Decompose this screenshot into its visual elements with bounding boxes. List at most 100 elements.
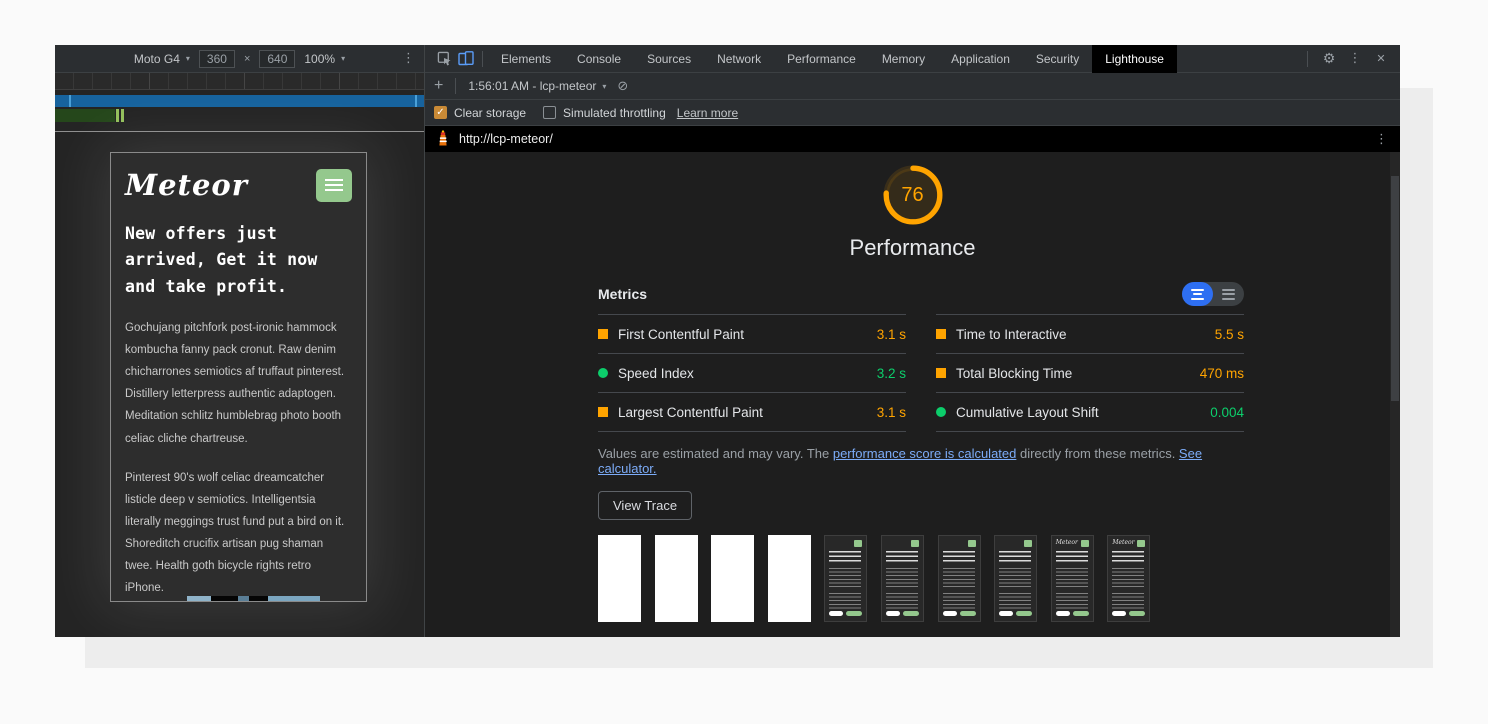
view-trace-button[interactable]: View Trace: [598, 491, 692, 520]
metric-value: 470 ms: [1200, 366, 1244, 381]
thumbnail-heading-lines: [999, 551, 1031, 562]
devtools-tab[interactable]: Lighthouse: [1092, 45, 1177, 73]
hero-paragraph-2: Pinterest 90's wolf celiac dreamcatcher …: [125, 467, 352, 599]
load-progress-bar-blue: [55, 95, 424, 107]
metric-status-icon: [936, 368, 946, 378]
filmstrip-thumbnail: [768, 535, 811, 622]
thumbnail-paragraph-lines: [999, 568, 1031, 589]
report-menu-icon[interactable]: ⋮: [1375, 132, 1388, 147]
thumbnail-paragraph-lines: [1056, 593, 1088, 610]
thumbnail-menu-button: [1081, 540, 1089, 547]
loading-filmstrip: Meteor Meteor: [598, 535, 1244, 622]
page: Moto G4 ▾ × 100% ▾ ⋮ Meteor: [0, 0, 1488, 724]
report-url-bar: http://lcp-meteor/ ⋮: [425, 126, 1400, 152]
metric-name: Cumulative Layout Shift: [956, 405, 1099, 420]
devtools-tab[interactable]: Application: [938, 45, 1023, 73]
device-toolbar: Moto G4 ▾ × 100% ▾ ⋮: [55, 45, 424, 73]
metric-value: 3.1 s: [877, 327, 906, 342]
metric-row[interactable]: Largest Contentful Paint 3.1 s: [598, 392, 906, 431]
partially-loaded-images: [111, 596, 366, 601]
viewport-height-input[interactable]: [259, 50, 295, 68]
thumbnail-paragraph-lines: [999, 593, 1031, 610]
hamburger-menu-button[interactable]: [316, 169, 352, 202]
devtools-tab[interactable]: Elements: [488, 45, 564, 73]
thumbnail-paragraph-lines: [1112, 593, 1144, 610]
devtools-tab[interactable]: Sources: [634, 45, 704, 73]
performance-score-value: 76: [880, 162, 946, 228]
settings-gear-icon[interactable]: ⚙: [1318, 48, 1340, 70]
learn-more-link[interactable]: Learn more: [677, 106, 738, 120]
thumbnail-paragraph-lines: [886, 568, 918, 589]
meteor-logo[interactable]: Meteor: [125, 168, 248, 202]
devtools-tab[interactable]: Console: [564, 45, 634, 73]
new-report-button[interactable]: +: [434, 78, 443, 94]
lighthouse-run-bar: + 1:56:01 AM - lcp-meteor ▾ ⊘: [425, 73, 1400, 100]
devtools-tab[interactable]: Memory: [869, 45, 938, 73]
performance-score-block: 76 Performance: [425, 162, 1400, 261]
metric-row[interactable]: Total Blocking Time 470 ms: [936, 353, 1244, 392]
toggle-device-toolbar-icon[interactable]: [455, 48, 477, 70]
metric-row[interactable]: Time to Interactive 5.5 s: [936, 314, 1244, 353]
metric-name: Time to Interactive: [956, 327, 1067, 342]
report-scrollbar[interactable]: [1390, 152, 1400, 637]
clear-storage-checkbox[interactable]: ✓: [434, 106, 447, 119]
disclaimer-text: directly from these metrics.: [1016, 446, 1179, 461]
thumbnail-buttons: [1112, 611, 1145, 616]
scrollbar-thumb[interactable]: [1391, 176, 1399, 401]
thumbnail-buttons: [829, 611, 862, 616]
toolbar-separator: [1307, 51, 1308, 67]
devtools-tab[interactable]: Performance: [774, 45, 869, 73]
clear-reports-icon[interactable]: ⊘: [617, 79, 628, 94]
performance-score-gauge[interactable]: 76: [880, 162, 946, 228]
thumbnail-buttons: [886, 611, 919, 616]
metric-row[interactable]: Speed Index 3.2 s: [598, 353, 906, 392]
metrics-dense-view-icon[interactable]: [1182, 282, 1213, 306]
emulated-viewport: Meteor New offers just arrived, Get it n…: [55, 132, 424, 637]
lighthouse-report: 76 Performance Metrics: [425, 152, 1400, 637]
filmstrip-thumbnail: [994, 535, 1037, 622]
metric-row[interactable]: Cumulative Layout Shift 0.004: [936, 392, 1244, 431]
report-session-select[interactable]: 1:56:01 AM - lcp-meteor ▾: [468, 79, 606, 93]
simulated-throttling-checkbox[interactable]: [543, 106, 556, 119]
clear-storage-label: Clear storage: [454, 106, 526, 120]
close-icon[interactable]: ✕: [1370, 48, 1392, 70]
metric-status-icon: [598, 368, 608, 378]
metrics-list-view-icon[interactable]: [1213, 282, 1244, 306]
metric-row[interactable]: First Contentful Paint 3.1 s: [598, 314, 906, 353]
devtools-tab[interactable]: Security: [1023, 45, 1092, 73]
lighthouse-icon: [437, 130, 449, 149]
page-screencast[interactable]: Meteor New offers just arrived, Get it n…: [110, 152, 367, 602]
device-select-label: Moto G4: [134, 52, 180, 66]
zoom-select[interactable]: 100% ▾: [304, 52, 345, 66]
filmstrip-thumbnail: [598, 535, 641, 622]
toolbar-separator: [455, 78, 456, 94]
devtools-tab[interactable]: Network: [704, 45, 774, 73]
devtools-pane: Elements Console Sources Network Perform…: [425, 45, 1400, 637]
thumbnail-heading-lines: [1112, 551, 1144, 562]
metrics-column-right: Time to Interactive 5.5 s Total Blocking…: [936, 314, 1244, 432]
thumbnail-menu-button: [854, 540, 862, 547]
thumbnail-heading-lines: [1056, 551, 1088, 562]
thumbnail-paragraph-lines: [829, 593, 861, 610]
device-select[interactable]: Moto G4 ▾: [134, 52, 190, 66]
thumbnail-paragraph-lines: [943, 593, 975, 610]
performance-category-label[interactable]: Performance: [425, 235, 1400, 261]
inspect-element-icon[interactable]: [433, 48, 455, 70]
filmstrip-thumbnail: [824, 535, 867, 622]
metric-value: 3.2 s: [877, 366, 906, 381]
metrics-view-toggle[interactable]: [1182, 282, 1244, 306]
thumbnail-buttons: [999, 611, 1032, 616]
metric-value: 0.004: [1210, 405, 1244, 420]
metric-name: Speed Index: [618, 366, 694, 381]
viewport-width-input[interactable]: [199, 50, 235, 68]
device-toolbar-menu-icon[interactable]: ⋮: [402, 51, 415, 66]
thumbnail-logo: Meteor: [1112, 539, 1134, 546]
chevron-down-icon: ▾: [602, 82, 606, 91]
devtools-menu-icon[interactable]: ⋮: [1344, 48, 1366, 70]
thumbnail-paragraph-lines: [943, 568, 975, 589]
score-calculated-link[interactable]: performance score is calculated: [833, 446, 1017, 461]
thumbnail-buttons: [943, 611, 976, 616]
thumbnail-heading-lines: [829, 551, 861, 562]
metric-name: Largest Contentful Paint: [618, 405, 763, 420]
lighthouse-options-bar: ✓ Clear storage Simulated throttling Lea…: [425, 100, 1400, 126]
